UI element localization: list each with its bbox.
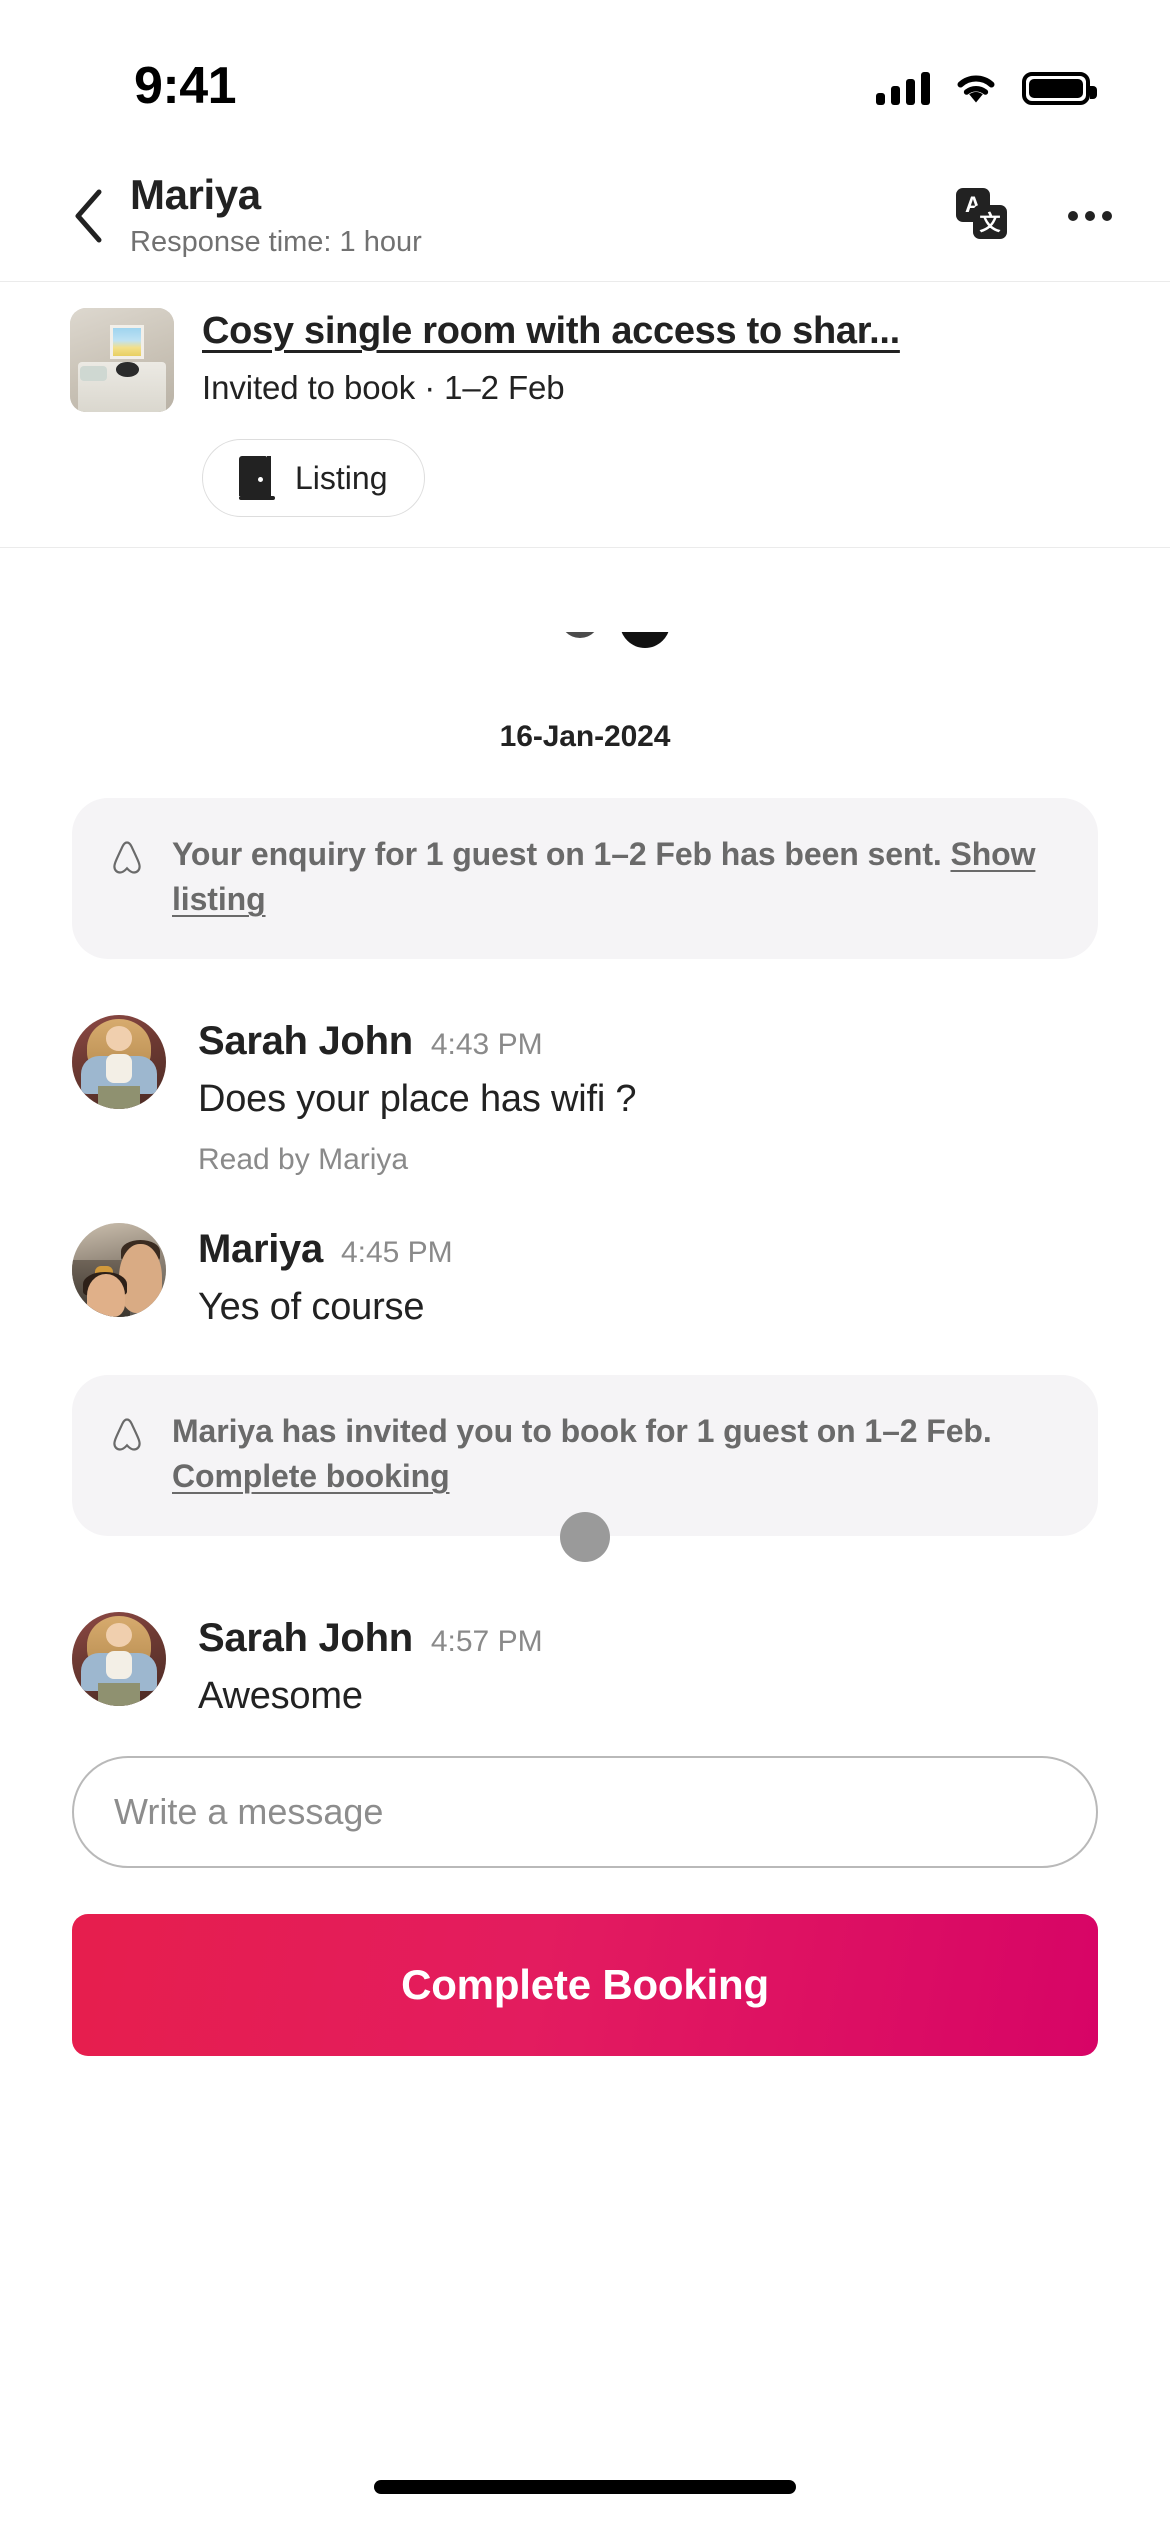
- message-timestamp: 4:43 PM: [430, 1027, 543, 1061]
- message-timestamp: 4:45 PM: [340, 1235, 453, 1269]
- message-row: Sarah John 4:57 PM Awesome: [0, 1611, 1170, 1718]
- message-body: Mariya 4:45 PM Yes of course: [198, 1223, 1098, 1329]
- complete-booking-button[interactable]: Complete Booking: [72, 1913, 1098, 2056]
- message-row: Mariya 4:45 PM Yes of course: [0, 1222, 1170, 1329]
- translate-icon-glyph-cjk: 文: [973, 204, 1007, 239]
- listing-card[interactable]: Cosy single room with access to shar... …: [0, 282, 1170, 548]
- loading-dot-indicator: [560, 1511, 610, 1562]
- listing-card-body: Cosy single room with access to shar... …: [202, 308, 1112, 517]
- message-header: Sarah John 4:43 PM: [198, 1019, 1098, 1064]
- system-message-body: Mariya has invited you to book for 1 gue…: [172, 1412, 992, 1449]
- airbnb-belo-icon: [108, 838, 146, 878]
- status-bar-time: 9:41: [134, 57, 237, 115]
- message-thread: 16-Jan-2024 Your enquiry for 1 guest on …: [0, 548, 1170, 1718]
- avatar[interactable]: [72, 1611, 166, 1706]
- message-row: Sarah John 4:43 PM Does your place has w…: [0, 1014, 1170, 1177]
- message-sender-name: Sarah John: [198, 1615, 413, 1660]
- message-header: Sarah John 4:57 PM: [198, 1616, 1098, 1661]
- page-title: Mariya: [130, 170, 261, 218]
- message-timestamp: 4:57 PM: [430, 1624, 543, 1658]
- message-composer: [0, 1740, 1170, 1868]
- wifi-icon: [954, 71, 998, 105]
- message-header: Mariya 4:45 PM: [198, 1227, 1098, 1272]
- listing-title-link[interactable]: Cosy single room with access to shar...: [202, 310, 1112, 353]
- listing-pill-label: Listing: [295, 459, 388, 496]
- message-sender-name: Mariya: [198, 1226, 323, 1271]
- chevron-left-icon: [75, 189, 102, 242]
- complete-booking-link[interactable]: Complete booking: [172, 1458, 450, 1494]
- cellular-signal-icon: [876, 71, 930, 105]
- message-body: Sarah John 4:43 PM Does your place has w…: [198, 1015, 1098, 1177]
- message-read-receipt: Read by Mariya: [198, 1142, 409, 1176]
- message-sender-name: Sarah John: [198, 1018, 413, 1063]
- date-separator: 16-Jan-2024: [499, 720, 671, 753]
- back-button[interactable]: [60, 188, 116, 244]
- system-message-body: Your enquiry for 1 guest on 1–2 Feb has …: [172, 836, 951, 872]
- header-titles: Mariya Response time: 1 hour: [130, 171, 956, 260]
- avatar[interactable]: [72, 1014, 166, 1109]
- status-bar: 9:41: [0, 0, 1170, 150]
- message-body: Sarah John 4:57 PM Awesome: [198, 1612, 1098, 1718]
- system-message-text: Your enquiry for 1 guest on 1–2 Feb has …: [172, 832, 1058, 923]
- status-bar-icons: [876, 71, 1097, 105]
- response-time-label: Response time: 1 hour: [130, 226, 422, 259]
- cta-container: Complete Booking: [0, 1868, 1170, 2056]
- more-horizontal-icon[interactable]: [1064, 201, 1116, 231]
- listing-pill-button[interactable]: Listing: [202, 439, 425, 517]
- conversation-header: Mariya Response time: 1 hour A 文: [0, 150, 1170, 282]
- system-message-row: Mariya has invited you to book for 1 gue…: [0, 1374, 1170, 1562]
- battery-full-icon: [1022, 71, 1097, 105]
- system-message-text: Mariya has invited you to book for 1 gue…: [172, 1409, 1058, 1500]
- airbnb-belo-icon: [108, 1415, 146, 1455]
- listing-status-dates: Invited to book · 1–2 Feb: [202, 369, 565, 406]
- message-input[interactable]: [72, 1755, 1098, 1868]
- door-icon: [239, 456, 277, 500]
- message-text: Awesome: [198, 1674, 363, 1717]
- listing-photo-bedroom: [70, 308, 174, 412]
- header-actions: A 文: [956, 187, 1116, 244]
- system-message-row: Your enquiry for 1 guest on 1–2 Feb has …: [0, 798, 1170, 959]
- avatar[interactable]: [72, 1222, 166, 1317]
- translate-icon[interactable]: A 文: [956, 187, 1012, 244]
- home-indicator: [374, 2480, 796, 2494]
- system-message-bubble: Your enquiry for 1 guest on 1–2 Feb has …: [72, 798, 1098, 959]
- message-text: Yes of course: [198, 1285, 425, 1328]
- message-text: Does your place has wifi ?: [198, 1077, 637, 1120]
